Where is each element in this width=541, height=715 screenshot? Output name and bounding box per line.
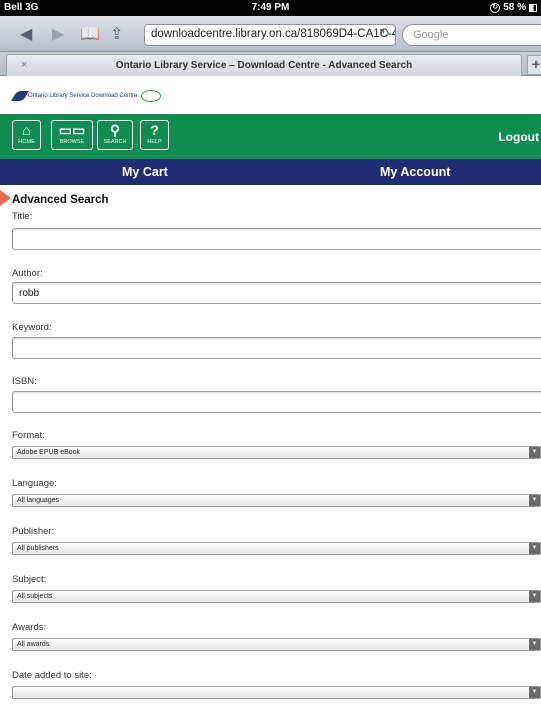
new-tab-button[interactable]: + — [527, 55, 541, 75]
author-label: Author: — [12, 268, 43, 279]
help-icon: ? — [150, 122, 159, 138]
site-logo[interactable]: Ontario Library Service Download Centre — [11, 90, 162, 102]
logo-text: Ontario Library Service Download Centre — [28, 93, 138, 99]
help-button[interactable]: ? HELP — [140, 120, 169, 150]
battery-icon — [529, 3, 537, 12]
tab-title: Ontario Library Service – Download Centr… — [115, 60, 413, 71]
back-arrow-icon[interactable]: ◀ — [20, 24, 32, 44]
search-icon: ⚲ — [109, 122, 121, 138]
author-input[interactable]: robb — [12, 282, 541, 304]
close-tab-icon[interactable]: × — [21, 59, 27, 71]
chevron-down-icon: ▼ — [529, 591, 540, 602]
chevron-down-icon: ▼ — [529, 687, 540, 698]
publisher-value: All publishers — [17, 545, 59, 552]
address-bar[interactable]: downloadcentre.library.on.ca/818069D4-CA… — [144, 24, 396, 46]
share-icon[interactable]: ⇪ — [110, 24, 123, 44]
search-field[interactable]: Google — [402, 24, 541, 46]
site-header: Ontario Library Service Download Centre — [0, 78, 541, 114]
status-bar: Bell 3G 7:49 PM ↻ 58 % — [0, 0, 541, 16]
page-title: Advanced Search — [12, 194, 109, 206]
home-icon: ⌂ — [22, 122, 31, 138]
search-label: SEARCH — [103, 139, 127, 145]
forward-arrow-icon[interactable]: ▶ — [52, 24, 64, 44]
language-value: All languages — [17, 497, 60, 504]
browse-label: BROWSE — [59, 139, 85, 145]
chevron-down-icon: ▼ — [529, 543, 540, 554]
tab-bar: × Ontario Library Service – Download Cen… — [0, 52, 541, 76]
bookmarks-icon[interactable]: 📖 — [80, 24, 100, 44]
awards-label: Awards: — [12, 622, 47, 633]
home-button[interactable]: ⌂ HOME — [12, 120, 41, 150]
account-bar: My Cart My Account — [0, 159, 541, 185]
chevron-down-icon: ▼ — [529, 495, 540, 506]
logo-swoosh-icon — [11, 91, 29, 101]
format-label: Format: — [12, 430, 45, 441]
browse-icon: ▭▭ — [58, 122, 86, 138]
pointer-arrow-icon — [0, 190, 11, 206]
title-input[interactable] — [12, 228, 541, 250]
battery-percent: 58 % — [503, 2, 526, 13]
title-label: Title: — [12, 211, 33, 222]
subject-label: Subject: — [12, 574, 47, 585]
battery-indicator: ↻ 58 % — [490, 2, 537, 13]
keyword-label: Keyword: — [12, 322, 52, 333]
subject-value: All subjects — [17, 593, 53, 600]
awards-select[interactable]: All awards ▼ — [12, 638, 541, 651]
orientation-lock-icon: ↻ — [490, 2, 501, 13]
main-nav: ⌂ HOME ▭▭ BROWSE ⚲ SEARCH ? HELP Logout — [0, 114, 541, 159]
browse-button[interactable]: ▭▭ BROWSE — [51, 120, 93, 150]
format-value: Adobe EPUB eBook — [17, 449, 81, 456]
logo-globe-icon — [141, 90, 162, 102]
reload-icon[interactable]: ↻ — [379, 26, 390, 42]
chevron-down-icon: ▼ — [529, 447, 540, 458]
logout-link[interactable]: Logout — [498, 130, 539, 144]
publisher-select[interactable]: All publishers ▼ — [12, 542, 541, 555]
publisher-label: Publisher: — [12, 526, 55, 537]
awards-value: All awards — [17, 641, 50, 648]
home-label: HOME — [18, 139, 35, 145]
isbn-input[interactable] — [12, 391, 541, 413]
date-added-label: Date added to site: — [12, 670, 92, 681]
chevron-down-icon: ▼ — [529, 639, 540, 650]
language-select[interactable]: All languages ▼ — [12, 494, 541, 507]
date-added-select[interactable]: ▼ — [12, 686, 541, 699]
my-account-link[interactable]: My Account — [380, 165, 450, 179]
search-button[interactable]: ⚲ SEARCH — [97, 120, 133, 150]
browser-tab[interactable]: × Ontario Library Service – Download Cen… — [6, 54, 522, 76]
language-label: Language: — [12, 478, 57, 489]
clock: 7:49 PM — [251, 2, 290, 13]
isbn-label: ISBN: — [12, 376, 37, 387]
subject-select[interactable]: All subjects ▼ — [12, 590, 541, 603]
format-select[interactable]: Adobe EPUB eBook ▼ — [12, 446, 541, 459]
keyword-input[interactable] — [12, 337, 541, 359]
my-cart-link[interactable]: My Cart — [122, 165, 168, 179]
browser-toolbar: ◀ ▶ 📖 ⇪ downloadcentre.library.on.ca/818… — [0, 16, 541, 52]
help-label: HELP — [147, 139, 162, 145]
